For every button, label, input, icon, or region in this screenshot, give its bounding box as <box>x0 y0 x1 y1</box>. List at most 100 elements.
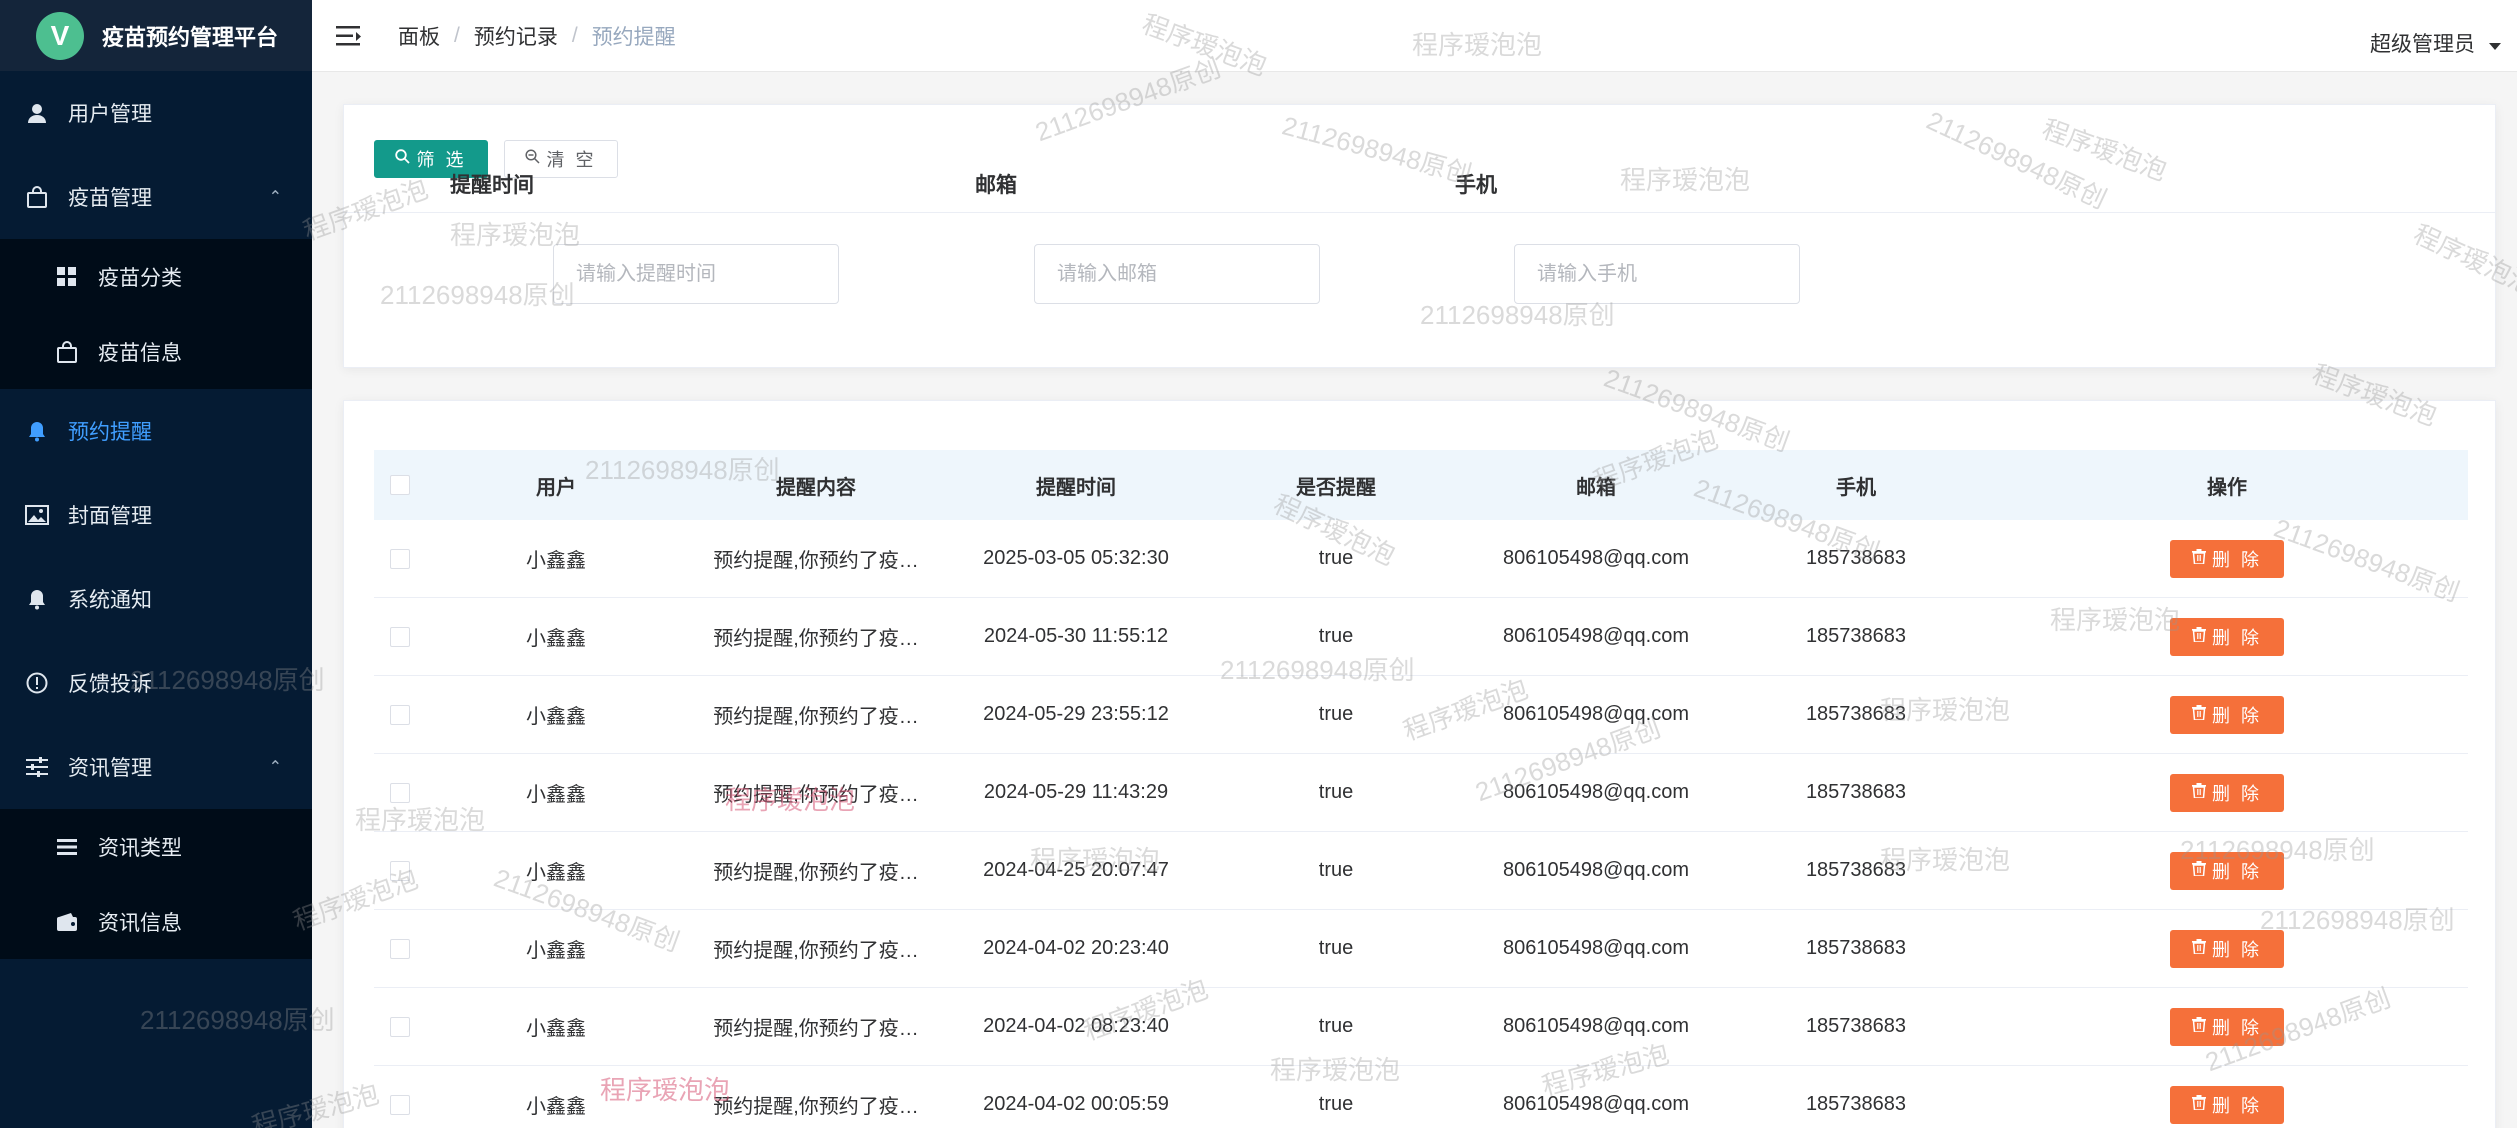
sidebar-item-label: 预约提醒 <box>68 421 152 444</box>
sidebar-item-news-type[interactable]: 资讯类型 <box>0 809 312 884</box>
cell-content: 预约提醒,你预约了疫… <box>713 628 919 650</box>
bell-icon <box>24 418 50 444</box>
row-checkbox[interactable] <box>390 938 410 959</box>
menu-toggle-icon[interactable] <box>336 24 364 48</box>
cell-reminded: true <box>1318 547 1354 569</box>
bag-icon <box>54 339 80 365</box>
delete-button-label: 删 除 <box>2211 705 2262 726</box>
table-row: 小鑫鑫 预约提醒,你预约了疫… 2025-03-05 05:32:30 true 806… <box>374 520 2468 598</box>
table-row: 小鑫鑫 预约提醒,你预约了疫… 2024-05-29 23:55:12 true 806… <box>374 676 2468 754</box>
select-all-checkbox[interactable] <box>390 475 410 495</box>
email-input[interactable] <box>1034 244 1320 304</box>
cell-content: 预约提醒,你预约了疫… <box>713 1018 919 1040</box>
cell-user: 小鑫鑫 <box>526 628 586 650</box>
delete-button[interactable]: 删 除 <box>2170 773 2284 812</box>
sidebar-item-vaccine-management[interactable]: 疫苗管理 ⌃ <box>0 155 312 239</box>
sidebar-item-system-notice[interactable]: 系统通知 <box>0 557 312 641</box>
cell-email: 806105498@qq.com <box>1503 937 1689 959</box>
cell-user: 小鑫鑫 <box>526 706 586 728</box>
cell-time: 2024-05-29 23:55:12 <box>983 703 1169 725</box>
sidebar-item-label: 资讯信息 <box>98 911 182 935</box>
cell-email: 806105498@qq.com <box>1503 547 1689 569</box>
breadcrumb: 面板 / 预约记录 / 预约提醒 <box>398 21 676 51</box>
bell-icon <box>24 586 50 612</box>
delete-button[interactable]: 删 除 <box>2170 1085 2284 1124</box>
sidebar: V 疫苗预约管理平台 用户管理 疫苗管理 ⌃ 疫苗分类 疫苗信息 预约提醒 封面… <box>0 0 312 1128</box>
delete-button[interactable]: 删 除 <box>2170 539 2284 578</box>
trash-icon <box>2191 782 2206 803</box>
row-checkbox[interactable] <box>390 782 410 803</box>
sidebar-item-label: 资讯管理 <box>68 757 152 780</box>
table-row: 小鑫鑫 预约提醒,你预约了疫… 2024-04-25 20:07:47 true 806… <box>374 832 2468 910</box>
cell-time: 2024-05-30 11:55:12 <box>983 625 1169 647</box>
cell-reminded: true <box>1318 1015 1354 1037</box>
phone-input[interactable] <box>1514 244 1800 304</box>
delete-button[interactable]: 删 除 <box>2170 851 2284 890</box>
row-select-cell <box>374 782 426 803</box>
cell-content: 预约提醒,你预约了疫… <box>713 550 919 572</box>
table-body: 小鑫鑫 预约提醒,你预约了疫… 2025-03-05 05:32:30 true 806… <box>374 520 2468 1128</box>
table-row: 小鑫鑫 预约提醒,你预约了疫… 2024-04-02 08:23:40 true 806… <box>374 988 2468 1066</box>
trash-icon <box>2191 548 2206 569</box>
cell-time: 2024-04-25 20:07:47 <box>983 859 1169 881</box>
col-actions: 操作 <box>2207 476 2247 499</box>
trash-icon <box>2191 626 2206 647</box>
row-checkbox[interactable] <box>390 704 410 725</box>
cell-content: 预约提醒,你预约了疫… <box>713 940 919 962</box>
phone-label: 手机 <box>1455 174 1497 197</box>
cell-time: 2024-04-02 00:05:59 <box>983 1093 1169 1115</box>
cell-reminded: true <box>1318 625 1354 647</box>
sidebar-item-vaccine-category[interactable]: 疫苗分类 <box>0 239 312 314</box>
sidebar-item-news-management[interactable]: 资讯管理 ⌃ <box>0 725 312 809</box>
col-reminded: 是否提醒 <box>1296 476 1376 499</box>
delete-button[interactable]: 删 除 <box>2170 695 2284 734</box>
submenu-vaccine: 疫苗分类 疫苗信息 <box>0 239 312 389</box>
cell-content: 预约提醒,你预约了疫… <box>713 706 919 728</box>
breadcrumb-item-dashboard[interactable]: 面板 <box>398 21 440 51</box>
sidebar-item-label: 用户管理 <box>68 103 152 126</box>
breadcrumb-item-appointments[interactable]: 预约记录 <box>474 21 558 51</box>
cell-reminded: true <box>1318 937 1354 959</box>
cell-actions: 删 除 <box>1986 1007 2468 1046</box>
cell-user: 小鑫鑫 <box>526 940 586 962</box>
cell-content: 预约提醒,你预约了疫… <box>713 1096 919 1118</box>
cell-actions: 删 除 <box>1986 851 2468 890</box>
row-checkbox[interactable] <box>390 626 410 647</box>
sidebar-item-cover-management[interactable]: 封面管理 <box>0 473 312 557</box>
col-user: 用户 <box>536 476 576 499</box>
email-label: 邮箱 <box>975 174 1017 197</box>
sidebar-item-vaccine-info[interactable]: 疫苗信息 <box>0 314 312 389</box>
sidebar-item-label: 疫苗管理 <box>68 187 152 210</box>
remind-time-input[interactable] <box>553 244 839 304</box>
trash-icon <box>2191 1016 2206 1037</box>
cell-phone: 185738683 <box>1805 547 1907 569</box>
chevron-up-icon: ⌃ <box>268 759 282 776</box>
app-logo-icon: V <box>36 11 84 60</box>
sidebar-item-label: 疫苗信息 <box>98 341 182 365</box>
select-all-cell <box>374 475 426 495</box>
sidebar-item-label: 反馈投诉 <box>68 673 152 696</box>
cell-content: 预约提醒,你预约了疫… <box>713 862 919 884</box>
sidebar-item-label: 系统通知 <box>68 589 152 612</box>
cell-actions: 删 除 <box>1986 1085 2468 1124</box>
cell-reminded: true <box>1318 1093 1354 1115</box>
delete-button[interactable]: 删 除 <box>2170 1007 2284 1046</box>
cell-reminded: true <box>1318 781 1354 803</box>
delete-button-label: 删 除 <box>2211 783 2262 804</box>
table-row: 小鑫鑫 预约提醒,你预约了疫… 2024-04-02 20:23:40 true 806… <box>374 910 2468 988</box>
delete-button[interactable]: 删 除 <box>2170 929 2284 968</box>
row-checkbox[interactable] <box>390 860 410 881</box>
sidebar-item-news-info[interactable]: 资讯信息 <box>0 884 312 959</box>
row-checkbox[interactable] <box>390 1016 410 1037</box>
sidebar-item-appointment-reminder[interactable]: 预约提醒 <box>0 389 312 473</box>
row-checkbox[interactable] <box>390 548 410 569</box>
cell-user: 小鑫鑫 <box>526 550 586 572</box>
row-checkbox[interactable] <box>390 1094 410 1115</box>
filter-panel: 筛 选 清 空 <box>343 104 2496 368</box>
sidebar-item-feedback[interactable]: 反馈投诉 <box>0 641 312 725</box>
delete-button[interactable]: 删 除 <box>2170 617 2284 656</box>
trash-icon <box>2191 1094 2206 1115</box>
sidebar-item-user-management[interactable]: 用户管理 <box>0 71 312 155</box>
user-menu[interactable]: 超级管理员 <box>2370 28 2501 58</box>
table-panel: 用户 提醒内容 提醒时间 是否提醒 邮箱 手机 操作 小鑫鑫 预约提醒,你预约了疫… <box>343 400 2496 1128</box>
